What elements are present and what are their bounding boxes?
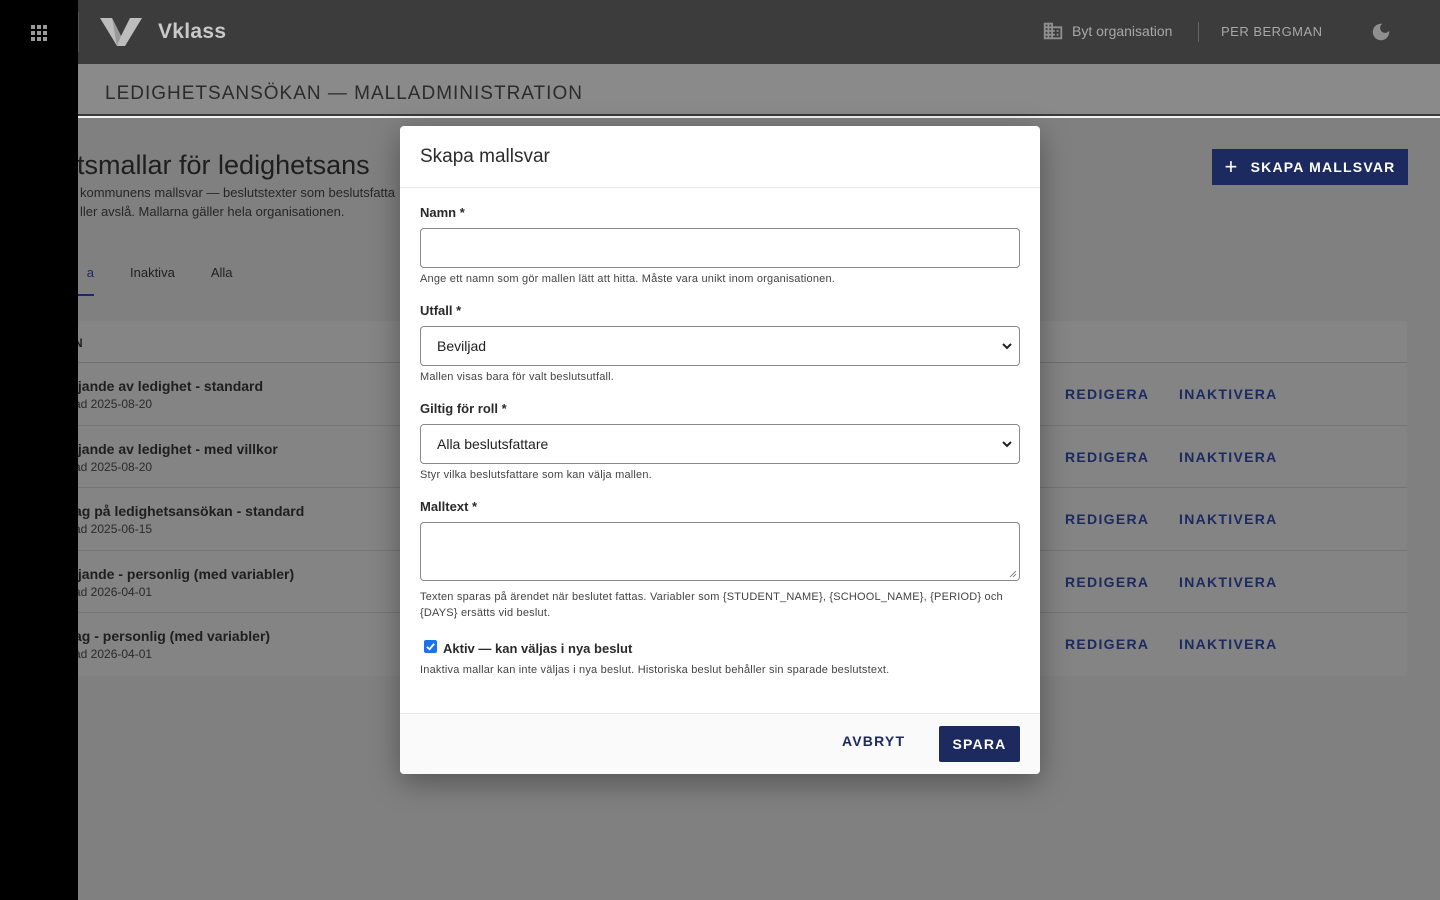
chevron-down-icon — [1002, 343, 1012, 350]
template-name: ljande - personlig (med variabler) — [78, 565, 295, 582]
template-text-textarea[interactable] — [420, 522, 1020, 581]
moon-icon[interactable] — [1370, 21, 1392, 43]
topbar-separator — [1198, 22, 1199, 42]
edit-button[interactable]: REDIGERA — [1065, 574, 1149, 590]
create-template-button[interactable]: + SKAPA MALLSVAR — [1212, 149, 1408, 185]
tab-inactive[interactable]: Inaktiva — [130, 262, 175, 296]
building-icon — [1043, 22, 1063, 40]
resize-grip-icon[interactable] — [1009, 570, 1017, 578]
active-checkbox-label[interactable]: Aktiv — kan väljas i nya beslut — [443, 641, 632, 656]
outcome-select[interactable]: Beviljad — [420, 326, 1020, 366]
outcome-label: Utfall * — [420, 303, 462, 318]
deactivate-button[interactable]: INAKTIVERA — [1179, 449, 1278, 465]
template-date: ad 2026-04-01 — [78, 584, 153, 599]
plus-icon: + — [1224, 154, 1239, 179]
tab-label: a — [86, 265, 94, 280]
left-rail — [0, 0, 78, 900]
page-header: LEDIGHETSANSÖKAN — MALLADMINISTRATION — [78, 64, 1440, 116]
template-date: ad 2025-08-20 — [78, 459, 153, 474]
dialog-title: Skapa mallsvar — [420, 146, 550, 167]
edit-button[interactable]: REDIGERA — [1065, 449, 1149, 465]
template-text-label: Malltext * — [420, 499, 478, 514]
deactivate-button[interactable]: INAKTIVERA — [1179, 574, 1278, 590]
create-template-dialog: Skapa mallsvar Namn * Ange ett namn som … — [400, 126, 1040, 774]
deactivate-button[interactable]: INAKTIVERA — [1179, 386, 1278, 402]
edit-button[interactable]: REDIGERA — [1065, 636, 1149, 652]
app-name: Vklass — [158, 20, 227, 43]
template-name: ljande av ledighet - med villkor — [78, 440, 278, 457]
switch-organisation-button[interactable]: Byt organisation — [1042, 20, 1172, 42]
role-label: Giltig för roll * — [420, 401, 507, 416]
template-text-help: Texten sparas på ärendet när beslutet fa… — [420, 591, 1003, 619]
name-help: Ange ett namn som gör mallen lätt att hi… — [420, 273, 836, 285]
outcome-selected-value: Beviljad — [437, 338, 487, 354]
column-header-name: N — [78, 336, 84, 350]
tab-active[interactable]: a — [78, 262, 94, 296]
name-input[interactable] — [420, 228, 1020, 268]
role-help: Styr vilka beslutsfattare som kan välja … — [420, 469, 652, 481]
template-date: ad 2025-08-20 — [78, 397, 153, 411]
role-selected-value: Alla beslutsfattare — [437, 436, 549, 452]
deactivate-button[interactable]: INAKTIVERA — [1179, 636, 1278, 652]
chevron-down-icon — [1002, 441, 1012, 448]
user-menu[interactable]: PER BERGMAN — [1221, 24, 1323, 39]
checkmark-icon — [426, 643, 435, 651]
dialog-footer: AVBRYT SPARA — [400, 714, 1040, 774]
apps-button[interactable] — [24, 18, 54, 48]
status-tabs: a Inaktiva Alla — [78, 262, 269, 296]
page-header-title: LEDIGHETSANSÖKAN — MALLADMINISTRATION — [105, 83, 583, 104]
edit-button[interactable]: REDIGERA — [1065, 386, 1149, 402]
apps-grid-icon — [31, 25, 47, 41]
save-button[interactable]: SPARA — [939, 726, 1020, 762]
tab-label: Alla — [210, 265, 233, 280]
template-name: ag - personlig (med variabler) — [78, 628, 271, 644]
create-template-label: SKAPA MALLSVAR — [1250, 159, 1396, 175]
active-help: Inaktiva mallar kan inte väljas i nya be… — [420, 664, 890, 676]
template-name: ljande av ledighet - standard — [78, 378, 264, 394]
cancel-button[interactable]: AVBRYT — [842, 733, 905, 749]
template-name: ag på ledighetsansökan - standard — [78, 503, 305, 519]
section-description-line: kommunens mallsvar — beslutstexter som b… — [80, 185, 396, 200]
outcome-help: Mallen visas bara för valt beslutsutfall… — [420, 371, 615, 383]
top-bar: Vklass Byt organisation PER BERGMAN — [78, 0, 1440, 64]
edit-button[interactable]: REDIGERA — [1065, 511, 1149, 527]
template-date: ad 2025-06-15 — [78, 522, 153, 536]
dialog-header-divider — [400, 187, 1040, 188]
tab-label: Inaktiva — [130, 265, 175, 280]
section-title: lutsmallar för ledighetsans — [78, 150, 370, 180]
vklass-logo-icon — [100, 18, 142, 46]
template-date: ad 2026-04-01 — [78, 647, 153, 661]
name-label: Namn * — [420, 205, 465, 220]
deactivate-button[interactable]: INAKTIVERA — [1179, 511, 1278, 527]
section-description-line: ller avslå. Mallarna gäller hela organis… — [80, 204, 345, 219]
role-select[interactable]: Alla beslutsfattare — [420, 424, 1020, 464]
topbar-divider — [78, 12, 79, 52]
section-description: kommunens mallsvar — beslutstexter som b… — [80, 183, 410, 221]
tab-all[interactable]: Alla — [211, 262, 233, 296]
switch-organisation-label: Byt organisation — [1072, 23, 1173, 39]
active-checkbox[interactable] — [424, 640, 437, 653]
app-logo[interactable]: Vklass — [98, 16, 226, 48]
